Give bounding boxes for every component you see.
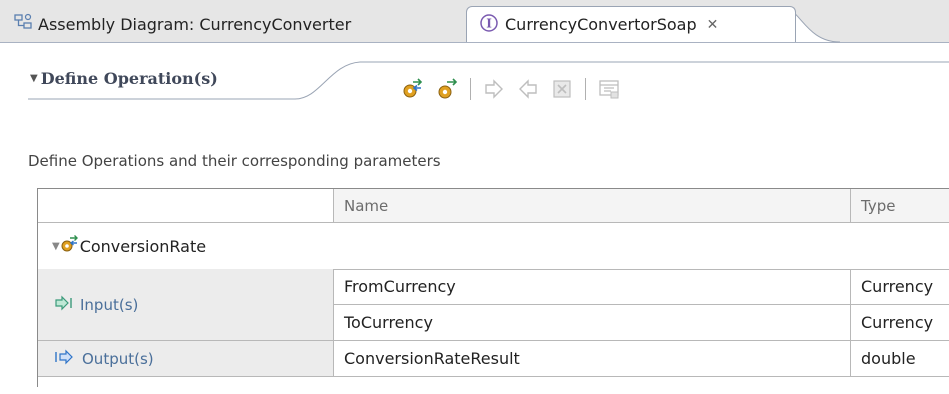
parameter-type-cell[interactable]: double	[851, 341, 949, 377]
collapse-triangle-icon: ▼	[30, 72, 38, 84]
section-description: Define Operations and their correspondin…	[28, 152, 441, 170]
input-group-cell[interactable]: Input(s)	[38, 269, 334, 341]
add-fault-button[interactable]	[549, 76, 575, 102]
parameter-type-cell[interactable]: Currency	[851, 269, 949, 305]
parameter-name-cell[interactable]: ToCurrency	[334, 305, 851, 341]
tab-assembly-diagram[interactable]: Assembly Diagram: CurrencyConverter	[8, 6, 458, 42]
parameter-type-cell[interactable]: Currency	[851, 305, 949, 341]
add-request-response-operation-icon	[403, 78, 423, 98]
close-icon[interactable]: ✕	[707, 17, 719, 33]
toolbar-separator	[585, 78, 586, 100]
parameter-name-cell[interactable]: ConversionRateResult	[334, 341, 851, 377]
operation-row-conversion-rate[interactable]: ▼ ConversionRate	[38, 223, 949, 270]
add-one-way-operation-icon	[438, 78, 458, 99]
output-group-label: Output(s)	[82, 349, 154, 368]
show-in-properties-icon	[599, 80, 619, 99]
add-request-response-operation-button[interactable]	[400, 76, 426, 102]
column-header-type[interactable]: Type	[851, 189, 949, 223]
add-output-button[interactable]	[515, 76, 541, 102]
output-arrow-icon	[54, 349, 76, 369]
show-in-properties-button[interactable]	[596, 76, 622, 102]
table-header-blank	[38, 189, 334, 223]
add-input-icon	[485, 79, 503, 99]
input-arrow-icon	[54, 295, 74, 315]
section-toggle-define-operations[interactable]: ▼ Define Operation(s)	[30, 64, 218, 92]
expand-triangle-icon[interactable]: ▼	[52, 241, 60, 252]
operation-name: ConversionRate	[79, 236, 207, 256]
editor-tab-bar: Assembly Diagram: CurrencyConverter I Cu…	[0, 0, 949, 43]
add-fault-icon	[553, 80, 571, 98]
operations-table: Name Type ▼ ConversionRate Input(s) Outp…	[37, 188, 949, 387]
operation-icon	[60, 234, 80, 258]
add-output-icon	[519, 79, 537, 99]
output-group-cell[interactable]: Output(s)	[38, 341, 334, 377]
add-input-button[interactable]	[481, 76, 507, 102]
add-one-way-operation-button[interactable]	[434, 76, 460, 102]
toolbar-separator	[470, 78, 471, 100]
parameter-name-cell[interactable]: FromCurrency	[334, 269, 851, 305]
input-group-label: Input(s)	[80, 295, 139, 314]
tab-currency-convertor-soap[interactable]: I CurrencyConvertorSoap ✕	[466, 6, 796, 42]
column-header-name[interactable]: Name	[334, 189, 851, 223]
assembly-diagram-icon	[14, 13, 32, 35]
tab-label: CurrencyConvertorSoap	[505, 15, 697, 34]
section-title: Define Operation(s)	[40, 68, 218, 88]
svg-text:I: I	[486, 16, 492, 30]
operations-toolbar	[400, 76, 630, 102]
tab-label: Assembly Diagram: CurrencyConverter	[38, 14, 352, 34]
interface-icon: I	[479, 13, 499, 37]
